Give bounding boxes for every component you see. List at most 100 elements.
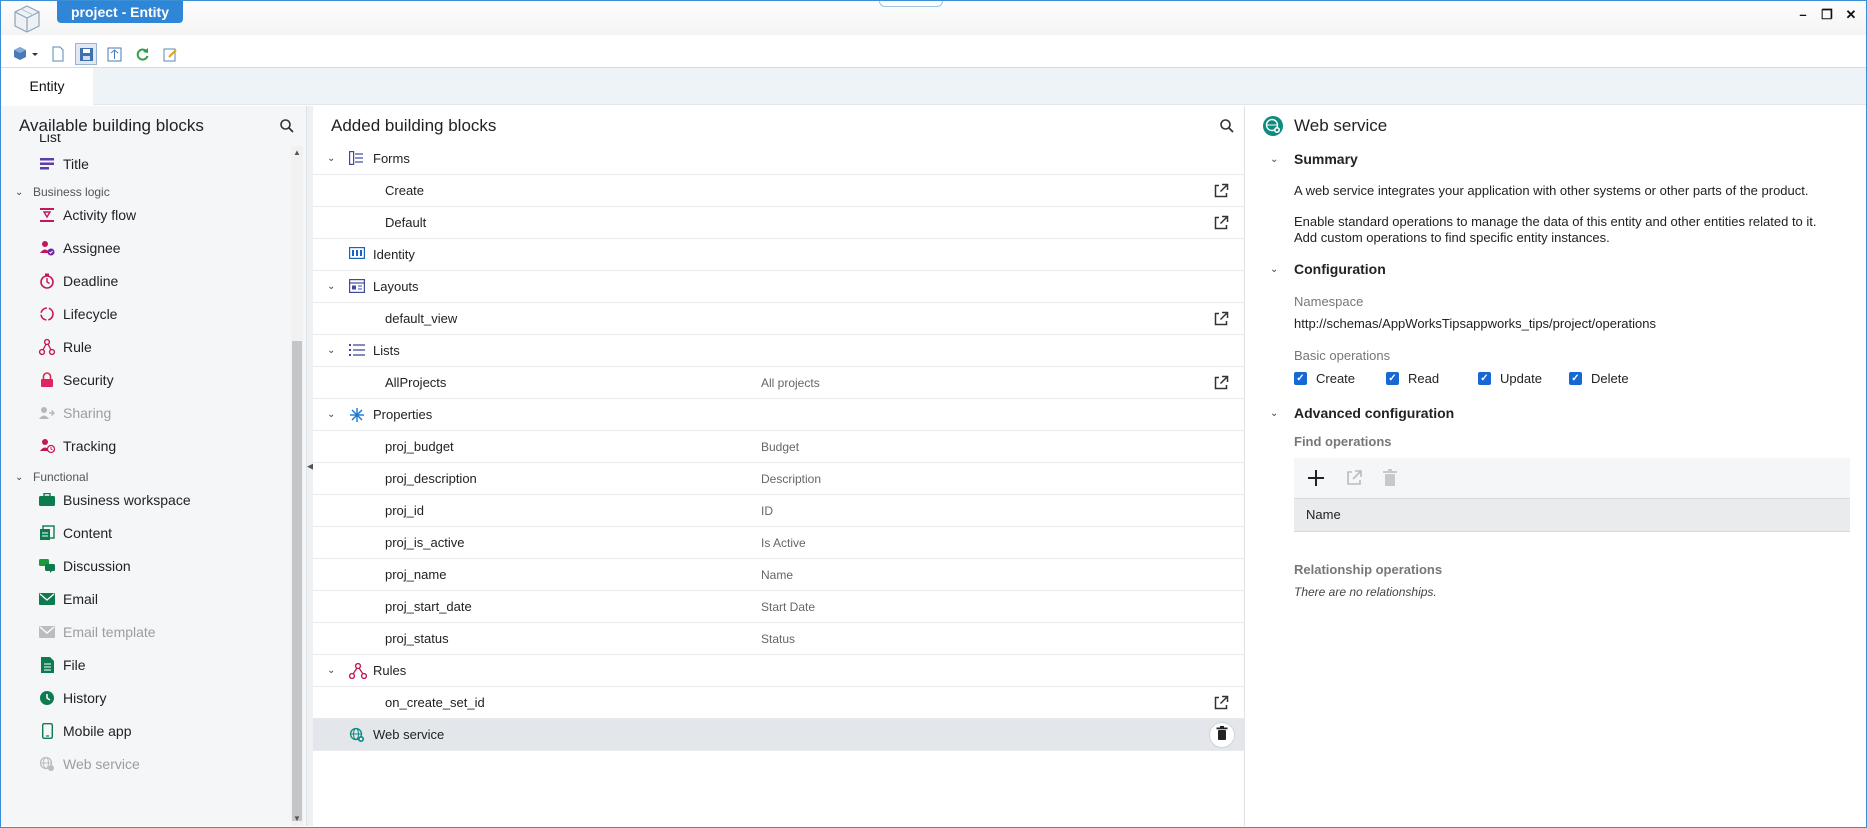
new-document-icon[interactable] bbox=[47, 43, 69, 65]
chevron-down-icon[interactable]: ⌄ bbox=[327, 345, 335, 356]
open-link-icon[interactable] bbox=[1213, 375, 1229, 391]
table-row[interactable]: proj_name Name bbox=[313, 559, 1245, 591]
sidebar-item-assignee[interactable]: Assignee bbox=[39, 237, 121, 259]
chevron-down-icon[interactable]: ⌄ bbox=[1270, 408, 1278, 419]
sidebar-item-activity-flow[interactable]: Activity flow bbox=[39, 204, 136, 226]
restore-icon[interactable]: ❐ bbox=[1820, 7, 1834, 23]
group-row-properties[interactable]: ⌄ Properties bbox=[313, 399, 1245, 431]
sidebar-item-label: Content bbox=[63, 525, 113, 541]
group-row-rules[interactable]: ⌄ Rules bbox=[313, 655, 1245, 687]
row-description: Budget bbox=[761, 439, 800, 454]
sidebar-item-content[interactable]: Content bbox=[39, 522, 112, 544]
checkbox-read[interactable]: ✓ Read bbox=[1386, 371, 1439, 386]
advanced-configuration-heading[interactable]: Advanced configuration bbox=[1294, 405, 1454, 421]
table-row[interactable]: proj_is_active Is Active bbox=[313, 527, 1245, 559]
group-row-lists[interactable]: ⌄ Lists bbox=[313, 335, 1245, 367]
add-icon[interactable] bbox=[1304, 466, 1328, 490]
open-link-icon[interactable] bbox=[1213, 183, 1229, 199]
checkbox-box[interactable]: ✓ bbox=[1569, 372, 1582, 385]
chevron-down-icon[interactable]: ⌄ bbox=[1270, 154, 1278, 165]
save-icon[interactable] bbox=[75, 43, 97, 65]
publish-icon[interactable] bbox=[103, 43, 125, 65]
lifecycle-icon bbox=[39, 306, 55, 322]
search-icon[interactable] bbox=[279, 118, 295, 134]
table-row[interactable]: Default bbox=[313, 207, 1245, 239]
added-blocks-panel: Added building blocks ⌄ Forms Create Defaul… bbox=[313, 106, 1245, 826]
row-name: proj_start_date bbox=[385, 599, 472, 614]
sidebar-item-email[interactable]: Email bbox=[39, 588, 98, 610]
group-row-layouts[interactable]: ⌄ Layouts bbox=[313, 271, 1245, 303]
table-row[interactable]: proj_status Status bbox=[313, 623, 1245, 655]
edit-icon[interactable] bbox=[159, 43, 181, 65]
trash-icon[interactable] bbox=[1378, 466, 1402, 490]
search-icon[interactable] bbox=[1219, 118, 1235, 134]
sidebar-item-business-workspace[interactable]: Business workspace bbox=[39, 489, 191, 511]
open-link-icon[interactable] bbox=[1213, 695, 1229, 711]
chevron-down-icon[interactable]: ⌄ bbox=[327, 153, 335, 164]
group-row-identity[interactable]: Identity bbox=[313, 239, 1245, 271]
group-row-web-service[interactable]: Web service bbox=[313, 719, 1245, 751]
top-handle[interactable] bbox=[879, 1, 943, 7]
checkbox-box[interactable]: ✓ bbox=[1386, 372, 1399, 385]
table-row[interactable]: proj_description Description bbox=[313, 463, 1245, 495]
sidebar-item-lifecycle[interactable]: Lifecycle bbox=[39, 303, 117, 325]
namespace-value[interactable]: http://schemas/AppWorksTipsappworks_tips… bbox=[1294, 316, 1656, 332]
table-row[interactable]: Create bbox=[313, 175, 1245, 207]
delete-button[interactable] bbox=[1209, 721, 1235, 748]
table-row[interactable]: AllProjects All projects bbox=[313, 367, 1245, 399]
refresh-icon[interactable] bbox=[131, 43, 153, 65]
scroll-down-icon[interactable]: ▼ bbox=[293, 814, 301, 823]
row-name: proj_is_active bbox=[385, 535, 465, 550]
table-row[interactable]: proj_id ID bbox=[313, 495, 1245, 527]
open-link-icon[interactable] bbox=[1213, 311, 1229, 327]
sidebar-item-discussion[interactable]: Discussion bbox=[39, 555, 131, 577]
sidebar-item-title[interactable]: Title bbox=[39, 153, 89, 175]
sidebar-item-rule[interactable]: Rule bbox=[39, 336, 92, 358]
row-name: proj_id bbox=[385, 503, 425, 518]
sidebar-item-file[interactable]: File bbox=[39, 654, 86, 676]
tab-entity[interactable]: Entity bbox=[1, 68, 93, 105]
configuration-heading[interactable]: Configuration bbox=[1294, 261, 1386, 277]
sidebar-item-email-template: Email template bbox=[39, 621, 156, 643]
scroll-thumb[interactable] bbox=[292, 341, 302, 821]
minimize-icon[interactable]: – bbox=[1796, 7, 1810, 23]
scroll-up-icon[interactable]: ▲ bbox=[293, 148, 301, 157]
group-functional[interactable]: ⌄ Functional bbox=[15, 468, 88, 486]
activity-flow-icon bbox=[39, 207, 55, 223]
table-row[interactable]: proj_start_date Start Date bbox=[313, 591, 1245, 623]
sidebar-item-mobile-app[interactable]: Mobile app bbox=[39, 720, 132, 742]
cube-menu-icon[interactable] bbox=[11, 43, 41, 65]
checkbox-delete[interactable]: ✓ Delete bbox=[1569, 371, 1629, 386]
checkbox-box[interactable]: ✓ bbox=[1294, 372, 1307, 385]
forms-icon bbox=[349, 150, 365, 167]
chevron-down-icon[interactable]: ⌄ bbox=[15, 187, 27, 198]
table-row[interactable]: on_create_set_id bbox=[313, 687, 1245, 719]
chevron-down-icon[interactable]: ⌄ bbox=[327, 665, 335, 676]
group-row-forms[interactable]: ⌄ Forms bbox=[313, 143, 1245, 175]
table-row[interactable]: default_view bbox=[313, 303, 1245, 335]
chevron-down-icon[interactable]: ⌄ bbox=[327, 409, 335, 420]
chevron-down-icon[interactable]: ⌄ bbox=[327, 281, 335, 292]
group-business-logic[interactable]: ⌄ Business logic bbox=[15, 183, 110, 201]
table-row[interactable]: proj_budget Budget bbox=[313, 431, 1245, 463]
sidebar-item-history[interactable]: History bbox=[39, 687, 107, 709]
row-description: Is Active bbox=[761, 535, 806, 550]
checkbox-update[interactable]: ✓ Update bbox=[1478, 371, 1542, 386]
sidebar-item-deadline[interactable]: Deadline bbox=[39, 270, 118, 292]
chevron-down-icon[interactable]: ⌄ bbox=[15, 472, 27, 483]
row-name: proj_budget bbox=[385, 439, 454, 454]
sidebar-item-tracking[interactable]: Tracking bbox=[39, 435, 116, 457]
open-link-icon[interactable] bbox=[1213, 215, 1229, 231]
sidebar-item-list[interactable]: List bbox=[39, 134, 61, 148]
rules-icon bbox=[348, 662, 368, 679]
close-icon[interactable]: ✕ bbox=[1844, 7, 1858, 23]
row-name: proj_name bbox=[385, 567, 447, 582]
chevron-down-icon[interactable]: ⌄ bbox=[1270, 264, 1278, 275]
sidebar-item-security[interactable]: Security bbox=[39, 369, 114, 391]
checkbox-create[interactable]: ✓ Create bbox=[1294, 371, 1355, 386]
sidebar-item-label: Email template bbox=[63, 624, 156, 640]
scrollbar[interactable]: ▲ ▼ bbox=[291, 146, 303, 826]
checkbox-box[interactable]: ✓ bbox=[1478, 372, 1491, 385]
summary-heading[interactable]: Summary bbox=[1294, 151, 1358, 167]
open-link-icon[interactable] bbox=[1342, 466, 1366, 490]
